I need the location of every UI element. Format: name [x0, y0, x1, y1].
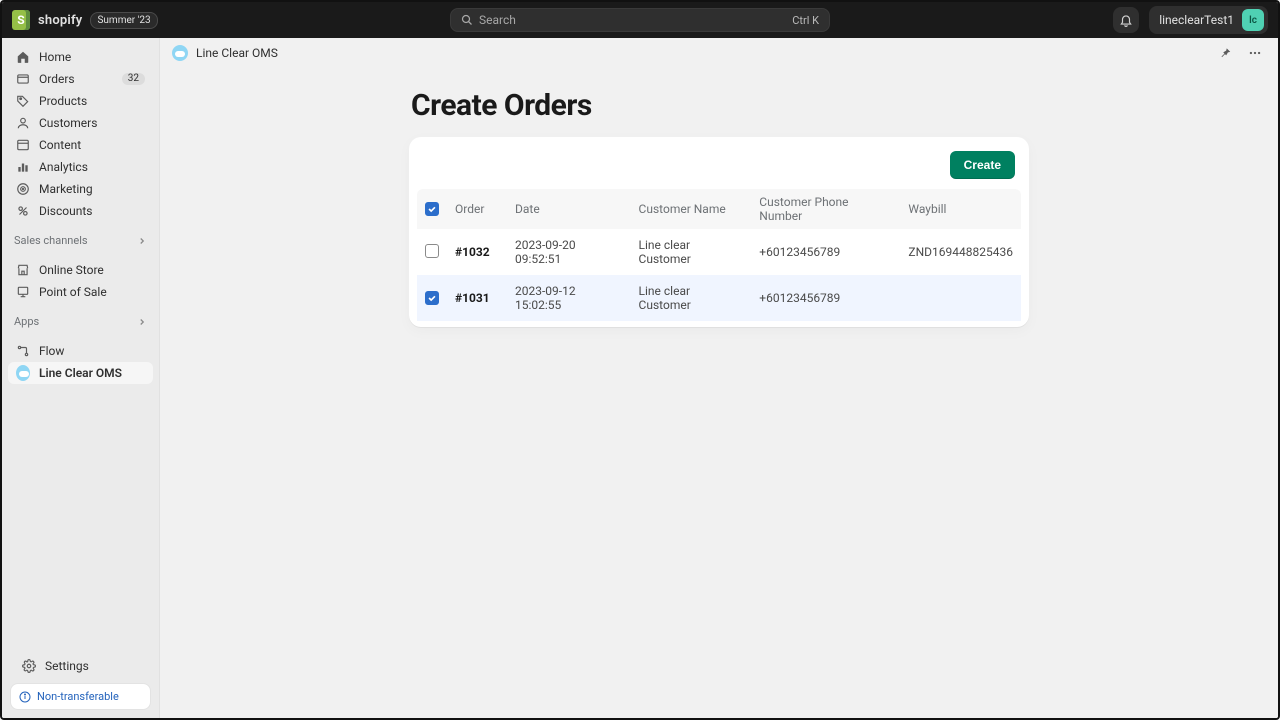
cloud-icon	[172, 45, 188, 61]
sidebar-item-content[interactable]: Content	[8, 134, 153, 156]
analytics-icon	[16, 160, 30, 174]
home-icon	[16, 50, 30, 64]
sidebar-item-label: Customers	[39, 117, 97, 129]
section-header-sales-channels[interactable]: Sales channels	[2, 222, 159, 251]
notifications-button[interactable]	[1113, 7, 1139, 33]
cell-date: 2023-09-20 09:52:51	[507, 229, 631, 275]
col-waybill: Waybill	[900, 189, 1021, 229]
discounts-icon	[16, 204, 30, 218]
more-actions-button[interactable]	[1244, 42, 1266, 64]
table-header-row: Order Date Customer Name Customer Phone …	[417, 189, 1021, 229]
main: Line Clear OMS Create Orders C	[160, 38, 1278, 718]
chevron-right-icon	[137, 236, 147, 246]
row-checkbox[interactable]	[425, 244, 439, 258]
sidebar-item-label: Analytics	[39, 161, 88, 173]
sidebar-item-label: Line Clear OMS	[39, 367, 122, 379]
sidebar-item-label: Flow	[39, 345, 64, 357]
sidebar-item-label: Home	[39, 51, 71, 63]
cell-customer-phone: +60123456789	[751, 275, 900, 321]
subheader-app-name: Line Clear OMS	[196, 46, 278, 60]
marketing-icon	[16, 182, 30, 196]
topbar: shopify Summer '23 Search Ctrl K linecle…	[2, 2, 1278, 38]
sidebar-item-label: Discounts	[39, 205, 92, 217]
global-search[interactable]: Search Ctrl K	[450, 8, 830, 32]
edition-badge[interactable]: Summer '23	[90, 12, 157, 29]
sidebar-item-label: Content	[39, 139, 81, 151]
col-order: Order	[447, 189, 507, 229]
cell-customer-name: Line clear Customer	[631, 275, 752, 321]
customers-icon	[16, 116, 30, 130]
sidebar-item-settings[interactable]: Settings	[14, 655, 147, 677]
sidebar-item-label: Online Store	[39, 264, 104, 276]
search-placeholder: Search	[479, 13, 792, 27]
sidebar-item-products[interactable]: Products	[8, 90, 153, 112]
sidebar-item-label: Orders	[39, 73, 75, 85]
select-all-checkbox[interactable]	[425, 202, 439, 216]
orders-count-badge: 32	[122, 73, 145, 85]
table-row[interactable]: #1032 2023-09-20 09:52:51 Line clear Cus…	[417, 229, 1021, 275]
sidebar-item-customers[interactable]: Customers	[8, 112, 153, 134]
sidebar-item-point-of-sale[interactable]: Point of Sale	[8, 281, 153, 303]
pos-icon	[16, 285, 30, 299]
info-icon	[19, 691, 31, 703]
store-icon	[16, 263, 30, 277]
cell-date: 2023-09-12 15:02:55	[507, 275, 631, 321]
cell-order: #1032	[455, 245, 490, 259]
sidebar-item-label: Marketing	[39, 183, 93, 195]
cell-waybill: ZND169448825436	[900, 229, 1021, 275]
col-customer-phone: Customer Phone Number	[751, 189, 900, 229]
content-icon	[16, 138, 30, 152]
pin-button[interactable]	[1214, 42, 1236, 64]
app-subheader: Line Clear OMS	[160, 38, 1278, 68]
avatar: lc	[1242, 9, 1264, 31]
flow-icon	[16, 344, 30, 358]
cell-order: #1031	[455, 291, 490, 305]
chevron-right-icon	[137, 317, 147, 327]
sidebar-item-label: Point of Sale	[39, 286, 107, 298]
create-button[interactable]: Create	[950, 151, 1015, 179]
sidebar-item-online-store[interactable]: Online Store	[8, 259, 153, 281]
sidebar-item-home[interactable]: Home	[8, 46, 153, 68]
sidebar-item-line-clear-oms[interactable]: Line Clear OMS	[8, 362, 153, 384]
non-transferable-pill[interactable]: Non-transferable	[10, 683, 151, 710]
sidebar-item-orders[interactable]: Orders 32	[8, 68, 153, 90]
sidebar-item-analytics[interactable]: Analytics	[8, 156, 153, 178]
cloud-icon	[16, 365, 30, 381]
sidebar-item-marketing[interactable]: Marketing	[8, 178, 153, 200]
sidebar-item-discounts[interactable]: Discounts	[8, 200, 153, 222]
search-icon	[461, 14, 473, 26]
orders-table: Order Date Customer Name Customer Phone …	[417, 189, 1021, 321]
col-customer-name: Customer Name	[631, 189, 752, 229]
section-header-apps[interactable]: Apps	[2, 303, 159, 332]
cell-waybill	[900, 275, 1021, 321]
sidebar-item-flow[interactable]: Flow	[8, 340, 153, 362]
cell-customer-name: Line clear Customer	[631, 229, 752, 275]
table-row[interactable]: #1031 2023-09-12 15:02:55 Line clear Cus…	[417, 275, 1021, 321]
col-date: Date	[507, 189, 631, 229]
sidebar-item-label: Products	[39, 95, 87, 107]
search-shortcut: Ctrl K	[792, 14, 819, 27]
products-icon	[16, 94, 30, 108]
gear-icon	[22, 659, 36, 673]
shopify-logo-icon	[12, 10, 30, 30]
sidebar-item-label: Settings	[45, 660, 89, 672]
user-menu[interactable]: lineclearTest1 lc	[1149, 6, 1268, 34]
brand: shopify	[38, 13, 82, 28]
orders-icon	[16, 72, 30, 86]
row-checkbox[interactable]	[425, 291, 439, 305]
sidebar: Home Orders 32 Products	[2, 38, 160, 718]
orders-card: Create Order	[409, 137, 1029, 327]
page-title: Create Orders	[411, 88, 1029, 123]
cell-customer-phone: +60123456789	[751, 229, 900, 275]
username: lineclearTest1	[1159, 13, 1234, 27]
